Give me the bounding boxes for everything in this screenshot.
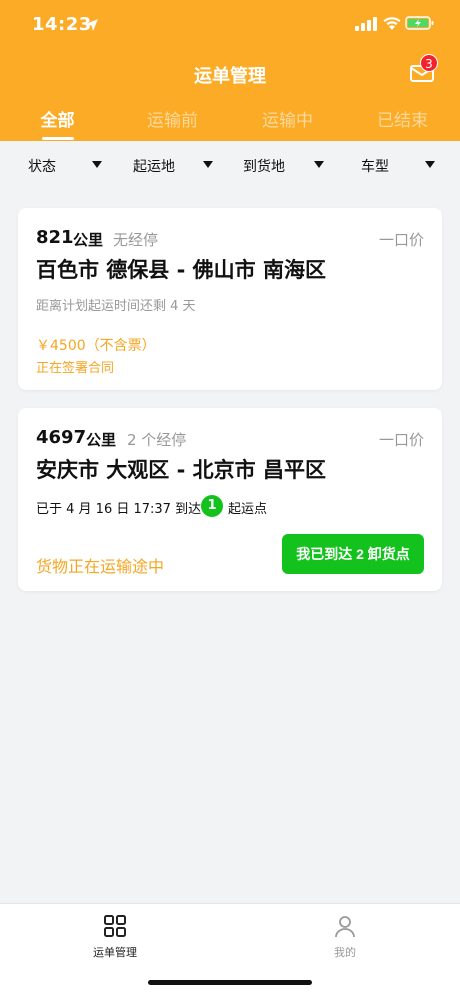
bottom-nav-mine[interactable]: 我的 [290,914,400,960]
caret-down-icon [92,161,102,168]
distance-unit: 公里 [73,231,104,249]
page-title: 运单管理 [194,66,266,87]
caret-down-icon [425,161,435,168]
route: 安庆市 大观区 - 北京市 昌平区 [36,458,326,482]
status-time: 14:23 [32,14,92,35]
notification-badge: 3 [420,54,438,72]
stops-info: 2 个经停 [127,431,187,449]
tab-all[interactable]: 全部 [0,106,115,131]
location-arrow-icon [86,19,98,31]
home-indicator [148,980,312,985]
filter-label: 到货地 [243,159,285,175]
tab-before-transport[interactable]: 运输前 [115,106,230,131]
distance-unit: 公里 [86,431,117,449]
tab-bar: 全部 运输前 运输中 已结束 [0,106,460,141]
price: ￥4500（不含票） [36,338,156,354]
header: 14:23 运单管理 3 全部 运输前 运输中 已结束 [0,0,460,141]
route: 百色市 德保县 - 佛山市 南海区 [36,258,326,282]
status-bar: 14:23 [0,0,460,50]
departure-countdown: 距离计划起运时间还剩 4 天 [36,299,196,314]
arrived-unloading-button[interactable]: 我已到达 2 卸货点 [282,534,424,574]
price-type: 一口价 [378,431,424,449]
filter-bar: 状态 起运地 到货地 车型 [0,141,460,189]
filter-destination[interactable]: 到货地 [230,156,345,176]
grid-icon [104,915,126,937]
user-icon [335,916,355,938]
distance-value: 821 [36,227,74,248]
filter-label: 车型 [361,159,389,175]
battery-charging-icon [405,16,434,30]
bottom-nav-label: 运单管理 [93,946,137,959]
distance-value: 4697 [36,427,87,448]
active-tab-indicator [42,137,74,140]
filter-label: 起运地 [133,159,175,175]
arrival-info: 已于 4 月 16 日 17:37 到达 [36,502,202,517]
filter-origin[interactable]: 起运地 [115,156,230,176]
order-status: 正在签署合同 [36,361,115,376]
step-number-badge: 1 [201,495,223,517]
tab-finished[interactable]: 已结束 [345,106,460,131]
step-label: 起运点 [228,502,268,517]
order-status: 货物正在运输途中 [36,557,165,576]
bottom-nav-label: 我的 [334,946,356,959]
filter-status[interactable]: 状态 [0,156,115,176]
caret-down-icon [314,161,324,168]
filter-vehicle-type[interactable]: 车型 [345,156,460,176]
stops-info: 无经停 [113,231,159,249]
bottom-nav-orders[interactable]: 运单管理 [60,914,170,960]
tab-in-transit[interactable]: 运输中 [230,106,345,131]
wifi-icon [383,17,401,30]
price-type: 一口价 [378,231,424,249]
filter-label: 状态 [28,159,56,175]
order-card[interactable]: 4697 公里 2 个经停 一口价 安庆市 大观区 - 北京市 昌平区 已于 4… [18,408,442,591]
signal-icon [355,17,377,31]
order-card[interactable]: 821 公里 无经停 一口价 百色市 德保县 - 佛山市 南海区 距离计划起运时… [18,208,442,390]
caret-down-icon [203,161,213,168]
